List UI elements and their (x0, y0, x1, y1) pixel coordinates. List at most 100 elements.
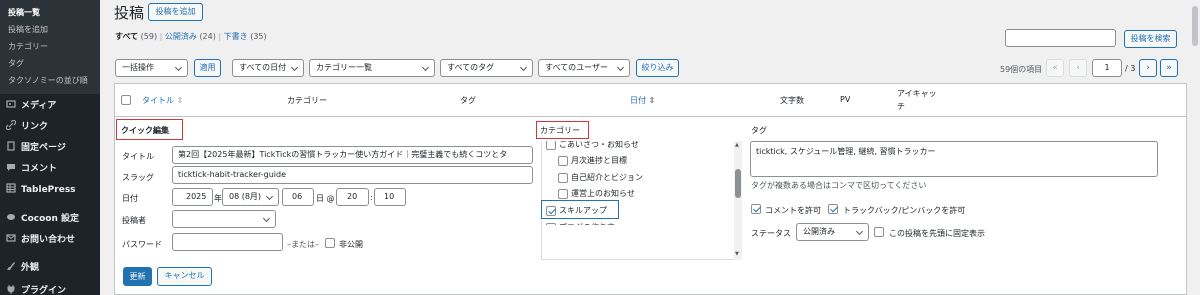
sticky-checkbox[interactable] (874, 227, 884, 237)
bulk-action-select[interactable]: 一括操作 (115, 59, 188, 77)
user-filter-select[interactable]: すべてのユーザー (538, 59, 630, 77)
private-label: 非公開 (339, 240, 363, 249)
menu-label: リンク (21, 122, 49, 132)
category-heading: カテゴリー (540, 126, 580, 135)
update-button[interactable]: 更新 (123, 267, 152, 286)
filter-all[interactable]: すべて (115, 32, 138, 41)
allow-comments-checkbox[interactable] (751, 204, 761, 214)
password-label: パスワード (122, 240, 162, 249)
date-label: 日付 (122, 194, 138, 203)
column-date[interactable]: 日付 ⇕ (630, 95, 655, 106)
title-input[interactable]: 第2回【2025年最新】TickTickの習慣トラッカー使い方ガイド｜完璧主義で… (172, 146, 533, 164)
category-filter-select[interactable]: カテゴリー一覧 (309, 59, 435, 77)
column-title[interactable]: タイトル ⇕ (142, 95, 183, 106)
filter-draft[interactable]: 下書き (224, 32, 248, 41)
status-filter-links: すべて (59) | 公開済み (24) | 下書き (35) (115, 31, 267, 42)
filter-published[interactable]: 公開済み (165, 32, 197, 41)
year-input[interactable]: 2025 (172, 188, 213, 206)
tags-textarea[interactable]: ticktick, スケジュール管理, 継続, 習慣トラッカー (750, 141, 1158, 177)
total-pages: / 3 (1125, 64, 1136, 73)
category-checkbox[interactable] (546, 141, 556, 150)
filter-published-count: (24) (199, 32, 216, 41)
category-item-label: 自己紹介とビジョン (571, 173, 643, 182)
column-eyecatch: アイキャッ (897, 89, 937, 98)
category-checkbox[interactable] (558, 173, 568, 183)
month-select[interactable]: 08 (8月) (222, 188, 279, 206)
menu-label: 固定ページ (21, 143, 66, 153)
day-suffix: 日 @ (316, 194, 335, 203)
apply-button[interactable]: 適用 (194, 59, 221, 77)
category-scrollbar[interactable] (734, 141, 742, 260)
date-filter-select[interactable]: すべての日付 (232, 59, 304, 77)
submenu-taxonomy-order[interactable]: タクソノミーの並び順 (0, 74, 100, 88)
column-chars: 文字数 (780, 96, 804, 105)
submenu-all-posts[interactable]: 投稿一覧 (0, 6, 100, 20)
table-header-divider (115, 116, 1186, 117)
filter-all-count: (59) (140, 32, 158, 41)
quick-edit-heading: クイック編集 (121, 126, 169, 135)
status-label: ステータス (751, 229, 791, 238)
time-colon: : (370, 193, 373, 202)
menu-cocoon-settings[interactable]: Cocoon 設定 (0, 209, 100, 229)
sort-icon: ⇕ (176, 96, 184, 105)
add-post-button[interactable]: 投稿を追加 (148, 3, 203, 21)
page-title: 投稿 (114, 4, 145, 22)
next-page-button[interactable]: › (1139, 59, 1157, 77)
status-select[interactable]: 公開済み (796, 223, 869, 241)
allow-pings-checkbox[interactable] (828, 204, 838, 214)
menu-plugins[interactable]: プラグイン (0, 281, 100, 295)
or-text: –または– (287, 240, 319, 249)
menu-label: メディア (21, 101, 57, 111)
menu-label: Cocoon 設定 (21, 214, 80, 224)
items-count: 59個の項目 (1000, 65, 1043, 74)
minute-input[interactable]: 10 (374, 188, 406, 206)
current-page-input[interactable]: 1 (1092, 59, 1122, 77)
menu-contact[interactable]: お問い合わせ (0, 230, 100, 250)
post-search-input[interactable] (1005, 29, 1116, 47)
allow-comments-label: コメントを許可 (765, 206, 821, 215)
author-label: 投稿者 (122, 216, 146, 225)
column-eyecatch-cont: チ (897, 102, 905, 111)
category-checkbox[interactable] (558, 156, 568, 166)
menu-links[interactable]: リンク (0, 117, 100, 137)
submenu-tags[interactable]: タグ (0, 57, 100, 71)
title-label: タイトル (122, 152, 154, 161)
mail-icon (6, 234, 16, 242)
category-checkbox[interactable] (558, 189, 568, 199)
tag-filter-select[interactable]: すべてのタグ (440, 59, 533, 77)
menu-comments[interactable]: コメント (0, 159, 100, 179)
slug-input[interactable]: ticktick-habit-tracker-guide (172, 166, 533, 184)
sort-icon: ⇕ (648, 96, 656, 105)
plugin-icon (7, 285, 15, 294)
submenu-categories[interactable]: カテゴリー (0, 40, 100, 54)
filter-draft-count: (35) (250, 32, 267, 41)
scrollbar-thumb[interactable] (735, 169, 741, 198)
prev-page-button[interactable]: ‹ (1069, 59, 1087, 77)
scroll-down-icon[interactable]: ▼ (735, 251, 739, 257)
allow-pings-label: トラックバック/ピンバックを許可 (843, 206, 966, 215)
menu-label: 外観 (21, 263, 40, 273)
menu-tablepress[interactable]: TablePress (0, 180, 100, 200)
last-page-button[interactable]: » (1160, 59, 1178, 77)
menu-media[interactable]: メディア (0, 96, 100, 116)
window-scrollbar-thumb[interactable] (1192, 6, 1198, 46)
select-all-checkbox[interactable] (121, 95, 131, 105)
menu-pages[interactable]: 固定ページ (0, 138, 100, 158)
menu-label: コメント (21, 164, 58, 174)
comment-icon (7, 164, 15, 171)
first-page-button[interactable]: « (1046, 59, 1064, 77)
search-posts-button[interactable]: 投稿を検索 (1124, 30, 1177, 48)
tags-hint: タグが複数ある場合はコンマで区切ってください (751, 181, 927, 190)
cancel-button[interactable]: キャンセル (157, 267, 212, 286)
private-checkbox[interactable] (325, 238, 335, 248)
column-pv: PV (840, 95, 851, 104)
hour-input[interactable]: 20 (336, 188, 369, 206)
day-input[interactable]: 06 (282, 188, 314, 206)
sticky-label: この投稿を先頭に固定表示 (889, 229, 985, 238)
menu-appearance[interactable]: 外観 (0, 258, 100, 278)
submenu-add-post[interactable]: 投稿を追加 (0, 23, 100, 37)
filter-button[interactable]: 絞り込み (636, 59, 679, 77)
password-input[interactable] (172, 233, 283, 251)
author-select[interactable] (172, 210, 276, 228)
scroll-up-icon[interactable]: ▲ (735, 142, 739, 148)
